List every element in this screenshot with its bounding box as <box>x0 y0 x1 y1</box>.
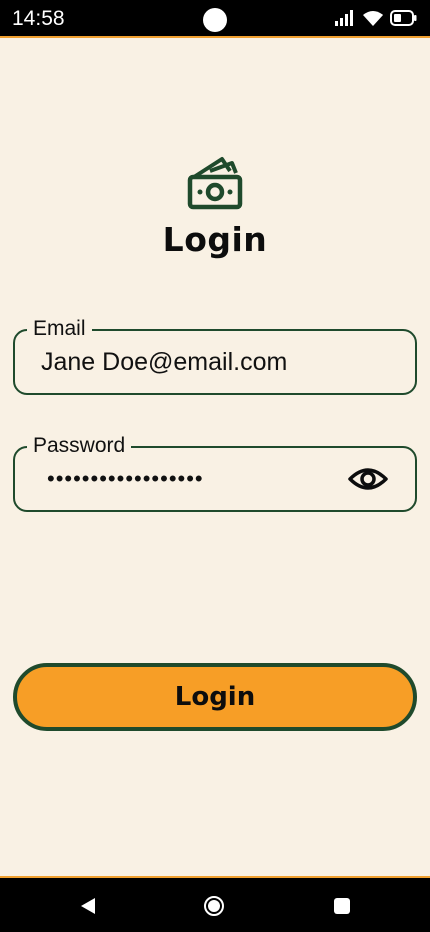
status-icons <box>334 9 418 27</box>
battery-icon <box>390 9 418 27</box>
email-field[interactable]: Email <box>13 316 417 395</box>
login-screen: 14:58 Login Email Jane Doe@email.com Pas… <box>0 0 430 932</box>
wifi-icon <box>362 9 384 27</box>
back-icon[interactable] <box>76 894 100 918</box>
password-label: Password <box>27 433 132 459</box>
page-title: Login <box>162 220 268 259</box>
password-input[interactable] <box>47 462 357 496</box>
money-icon <box>186 155 244 213</box>
login-button[interactable]: Login <box>13 663 417 731</box>
camera-cutout <box>203 8 227 32</box>
email-label: Email <box>27 316 92 342</box>
eye-icon[interactable] <box>347 464 389 494</box>
login-button-label: Login <box>174 682 256 712</box>
email-input[interactable] <box>41 345 351 379</box>
navigation-bar <box>0 876 430 932</box>
status-time: 14:58 <box>12 7 65 30</box>
home-icon[interactable] <box>202 894 226 918</box>
signal-icon <box>334 9 356 27</box>
status-bar: 14:58 <box>0 0 430 38</box>
recents-icon[interactable] <box>330 894 354 918</box>
password-field[interactable]: Password <box>13 433 417 512</box>
